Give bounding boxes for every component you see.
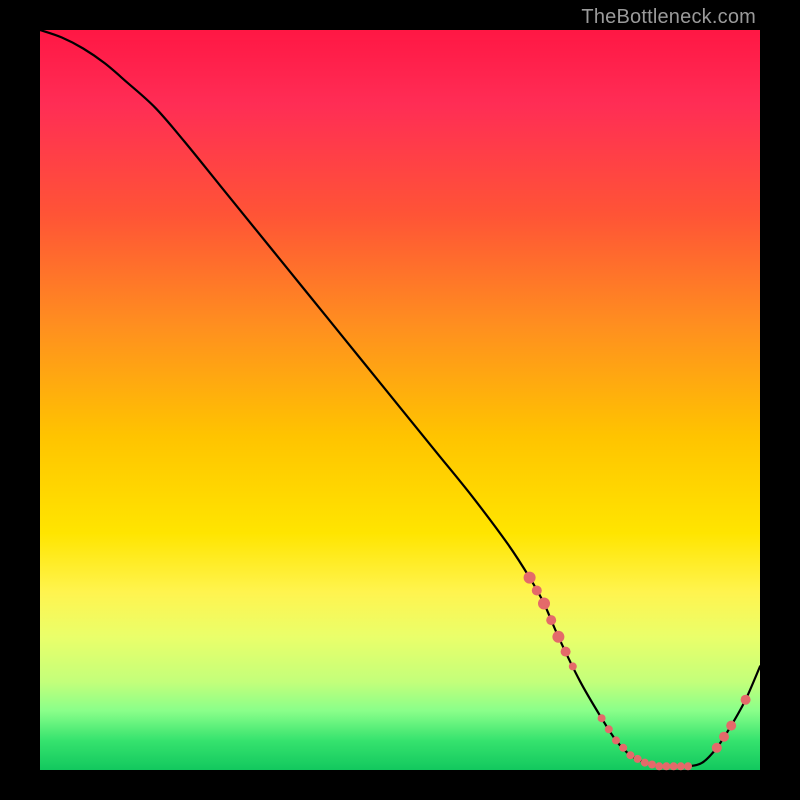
data-marker	[641, 759, 649, 767]
data-marker	[741, 695, 751, 705]
watermark-text: TheBottleneck.com	[581, 6, 756, 29]
data-marker	[532, 586, 542, 596]
data-marker	[612, 736, 620, 744]
data-marker	[619, 744, 627, 752]
data-marker	[546, 615, 556, 625]
data-marker	[662, 762, 670, 770]
data-marker	[719, 732, 729, 742]
data-marker	[561, 647, 571, 657]
data-marker	[552, 631, 564, 643]
data-marker	[598, 714, 606, 722]
marker-group	[524, 572, 751, 771]
data-marker	[677, 762, 685, 770]
data-marker	[670, 762, 678, 770]
data-marker	[655, 762, 663, 770]
data-marker	[648, 761, 656, 769]
data-marker	[712, 743, 722, 753]
data-marker	[634, 755, 642, 763]
curve-svg	[40, 30, 760, 770]
data-marker	[569, 662, 577, 670]
data-marker	[626, 751, 634, 759]
chart-frame: TheBottleneck.com	[0, 0, 800, 800]
data-marker	[726, 721, 736, 731]
data-marker	[524, 572, 536, 584]
data-marker	[538, 598, 550, 610]
data-marker	[605, 725, 613, 733]
plot-area	[40, 30, 760, 770]
bottleneck-curve	[40, 30, 760, 767]
data-marker	[684, 762, 692, 770]
